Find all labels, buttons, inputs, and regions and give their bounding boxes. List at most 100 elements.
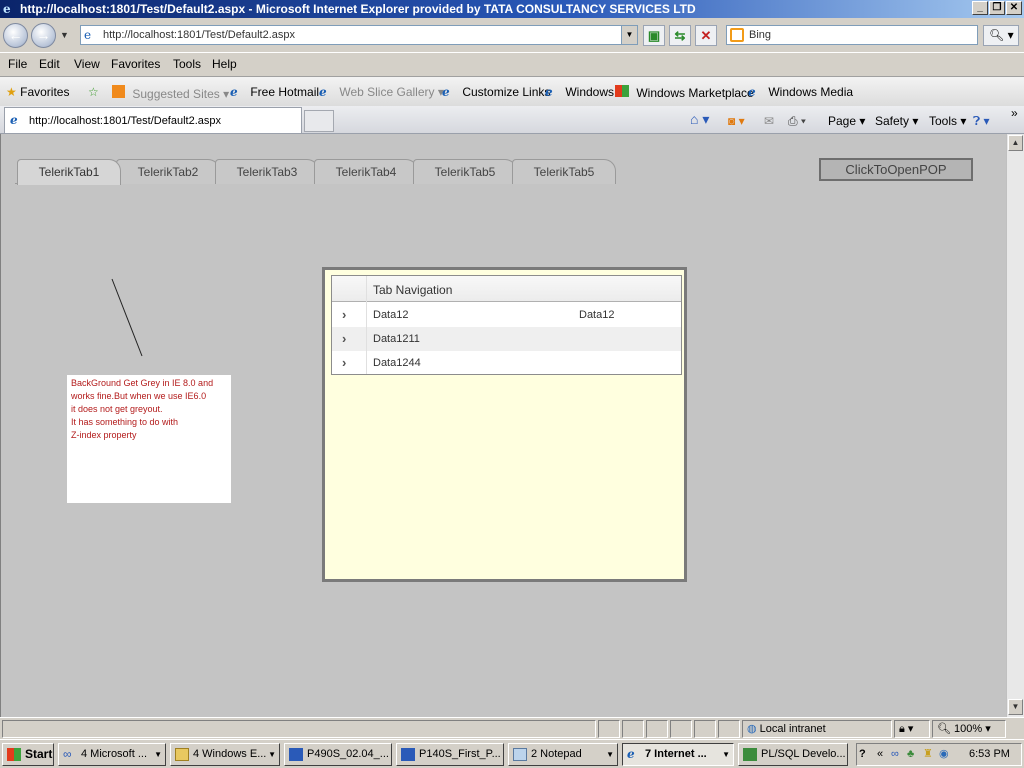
note-line: it does not get greyout. [71,404,163,414]
tools-menu-button[interactable]: Tools ▾ [929,114,966,128]
favlink-windows[interactable]: e Windows [545,85,614,99]
taskbar-item-plsql-developer[interactable]: PL/SQL Develo... [738,743,848,766]
address-dropdown-button[interactable]: ▼ [621,26,637,44]
tab-teleriktab5-second[interactable]: TelerikTab5 [512,159,616,184]
safety-menu-button[interactable]: Safety ▾ [875,114,918,128]
popup-window: Tab Navigation › Data12 Data12 › Data121… [322,267,687,582]
note-line: BackGround Get Grey in IE 8.0 and [71,378,214,388]
history-dropdown-icon[interactable]: ▼ [60,30,69,40]
start-button[interactable]: Start [2,743,54,766]
note-line: It has something to do with [71,417,179,427]
restore-button[interactable]: ❐ [989,1,1005,15]
folder-icon [175,748,189,761]
grid-header-label: Tab Navigation [373,283,453,297]
clock[interactable]: 6:53 PM [969,744,1010,765]
stop-button[interactable]: ✕ [695,25,717,46]
add-to-favorites-bar-icon[interactable]: ☆ [88,85,99,99]
feeds-icon[interactable]: ◙ ▾ [728,114,745,128]
tab-teleriktab4[interactable]: TelerikTab4 [314,159,418,184]
chevron-right-icon[interactable]: › [342,331,346,346]
chevron-right-icon[interactable]: › [342,355,346,370]
status-pane [670,720,692,738]
tab-teleriktab5[interactable]: TelerikTab5 [413,159,517,184]
minimize-button[interactable]: _ [972,1,988,15]
page-menu-button[interactable]: Page ▾ [828,114,865,128]
tray-app-icon[interactable]: ♣ [907,744,914,765]
tray-expand-icon[interactable]: « [877,744,883,765]
menu-edit[interactable]: Edit [39,57,60,71]
search-input[interactable]: Bing [726,25,978,45]
new-tab-button[interactable] [304,110,334,132]
print-icon[interactable]: ⎙ ▾ [788,114,806,129]
favlink-free-hotmail[interactable]: e Free Hotmail [230,85,319,99]
forward-button[interactable]: → [31,23,56,48]
close-window-button[interactable]: ✕ [1006,1,1022,15]
refresh-button[interactable]: ⇆ [669,25,691,46]
table-row[interactable]: › Data1244 [332,351,681,375]
window-title-bar: e http://localhost:1801/Test/Default2.as… [0,0,1024,18]
lock-icon: 🔒︎ ▾ [899,723,914,735]
cell-col1: Data1211 [373,333,420,345]
table-row[interactable]: › Data1211 [332,327,681,351]
cell-col1: Data12 [373,309,409,321]
zoom-button[interactable]: 🔍︎ 100% ▾ [932,720,1006,738]
telerik-tabstrip: TelerikTab1 TelerikTab2 TelerikTab3 Tele… [15,156,616,185]
more-commands-button[interactable]: » [1011,106,1018,120]
window-title: http://localhost:1801/Test/Default2.aspx… [20,2,696,16]
table-row[interactable]: › Data12 Data12 [332,303,681,327]
help-icon[interactable]: ❓︎ ▾ [973,114,990,129]
taskbar-item-internet-explorer[interactable]: e 7 Internet ... ▼ [622,743,734,766]
vertical-scrollbar[interactable]: ▲ ▼ [1006,134,1024,717]
open-popup-button[interactable]: ClickToOpenPOP [819,158,973,181]
note-line: Z-index property [71,430,137,440]
favlink-label: Windows Marketplace [636,86,754,100]
chevron-down-icon: ▼ [268,750,276,759]
tray-app-icon[interactable]: ♜ [923,744,933,765]
scroll-down-arrow-icon[interactable]: ▼ [1008,699,1023,715]
taskbar-item-p490s[interactable]: P490S_02.04_... [284,743,392,766]
taskbar-item-label: 7 Internet ... [645,748,707,760]
favlink-customize-links[interactable]: e Customize Links [442,85,550,99]
address-input[interactable]: e http://localhost:1801/Test/Default2.as… [80,25,638,45]
read-mail-icon[interactable]: ✉ [764,114,774,128]
tab-teleriktab3[interactable]: TelerikTab3 [215,159,319,184]
home-icon[interactable]: ⌂ ▾ [690,111,709,128]
browser-tab-active[interactable]: e http://localhost:1801/Test/Default2.as… [4,107,302,133]
back-button[interactable]: ← [3,23,28,48]
taskbar-item-windows-explorer[interactable]: 4 Windows E... ▼ [170,743,280,766]
cell-col1: Data1244 [373,357,421,369]
favorites-button[interactable]: ★ Favorites [6,85,69,99]
favlink-suggested-sites[interactable]: Suggested Sites ▾ [112,85,229,101]
favlink-windows-media[interactable]: e Windows Media [748,85,853,99]
system-tray: ? « ∞ ♣ ♜ ◉ 6:53 PM [856,743,1022,766]
protected-mode-button[interactable]: 🔒︎ ▾ [894,720,930,738]
ie-page-icon: e [442,85,450,99]
scroll-up-arrow-icon[interactable]: ▲ [1008,135,1023,151]
compatibility-view-button[interactable]: ▣ [643,25,665,46]
help-tray-icon[interactable]: ? [859,744,866,765]
menu-file[interactable]: File [8,57,27,71]
tray-app-icon[interactable]: ◉ [939,744,949,765]
taskbar-item-p140s[interactable]: P140S_First_P... [396,743,504,766]
taskbar-item-notepad[interactable]: 2 Notepad ▼ [508,743,618,766]
favlink-windows-marketplace[interactable]: Windows Marketplace [615,85,754,100]
tab-teleriktab1[interactable]: TelerikTab1 [17,159,121,185]
chevron-right-icon[interactable]: › [342,307,346,322]
menu-tools[interactable]: Tools [173,57,201,71]
ie-page-icon: e [319,85,327,99]
suggested-sites-icon [112,85,125,98]
address-url[interactable]: http://localhost:1801/Test/Default2.aspx [103,29,295,41]
cell-col2: Data12 [579,309,615,321]
tray-app-icon[interactable]: ∞ [891,744,899,765]
favlink-label: Windows Media [768,85,854,99]
favlink-web-slice-gallery[interactable]: e Web Slice Gallery ▾ [319,85,444,99]
security-zone[interactable]: ◍ Local intranet [742,720,892,738]
search-button[interactable]: 🔍︎ ▾ [983,25,1019,46]
taskbar-item-label: P490S_02.04_... [307,748,389,760]
taskbar-item-microsoft[interactable]: ∞ 4 Microsoft ... ▼ [58,743,166,766]
tab-teleriktab2[interactable]: TelerikTab2 [116,159,220,184]
menu-view[interactable]: View [74,57,100,71]
menu-favorites[interactable]: Favorites [111,57,160,71]
menu-help[interactable]: Help [212,57,237,71]
compatibility-icon: ▣ [647,28,661,43]
